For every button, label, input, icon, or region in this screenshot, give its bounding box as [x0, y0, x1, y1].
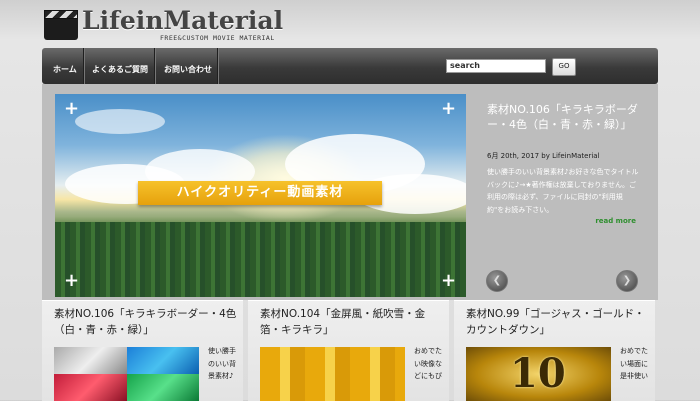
post-card-thumbnail[interactable]: 10 [466, 347, 611, 401]
site-subtitle: FREE&CUSTOM MOVIE MATERIAL [160, 34, 275, 42]
hero-image[interactable]: ハイクオリティー動画素材 + + + + [55, 94, 466, 297]
slide-meta: 6月 20th, 2017 by LifeinMaterial [487, 152, 600, 160]
site-logo[interactable]: LifeinMaterial FREE&CUSTOM MOVIE MATERIA… [44, 6, 283, 44]
main-navbar: ホーム よくあるご質問 お問い合わせ search GO [42, 48, 658, 84]
post-card-excerpt: おめでたい映像などにもぴ [414, 347, 442, 380]
nav-divider [154, 48, 155, 84]
post-card-thumbnail[interactable] [260, 347, 405, 401]
post-card-title[interactable]: 素材NO.99「ゴージャス・ゴールド・カウントダウン」 [466, 306, 650, 338]
post-card-excerpt: おめでたい場面に是非使い [620, 347, 648, 380]
plus-icon: + [64, 98, 80, 119]
post-card-excerpt: 使い勝手のいい背景素材♪ [208, 347, 236, 380]
post-card: 素材NO.99「ゴージャス・ゴールド・カウントダウン」 10 おめでたい場面に是… [454, 300, 655, 401]
search-input[interactable]: search [446, 59, 546, 73]
prev-slide-button[interactable]: ❮ [486, 270, 508, 292]
plus-icon: + [441, 270, 457, 291]
nav-item-contact[interactable]: お問い合わせ [164, 48, 212, 84]
slide-info-panel: 素材NO.106「キラキラボーダー・4色（白・青・赤・緑）」 6月 20th, … [478, 94, 648, 294]
post-card: 素材NO.106「キラキラボーダー・4色（白・青・赤・緑）」 使い勝手のいい背景… [42, 300, 243, 401]
clapperboard-icon [44, 10, 78, 40]
next-slide-button[interactable]: ❯ [616, 270, 638, 292]
post-card-title[interactable]: 素材NO.104「金屏風・紙吹雪・金箔・キラキラ」 [260, 306, 444, 338]
hero-banner: ハイクオリティー動画素材 [138, 181, 382, 205]
post-card-title[interactable]: 素材NO.106「キラキラボーダー・4色（白・青・赤・緑）」 [54, 306, 238, 338]
nav-item-faq[interactable]: よくあるご質問 [92, 48, 148, 84]
post-card-thumbnail[interactable] [54, 347, 199, 401]
post-card: 素材NO.104「金屏風・紙吹雪・金箔・キラキラ」 おめでたい映像などにもぴ [248, 300, 449, 401]
nav-divider [217, 48, 218, 84]
read-more-link[interactable]: read more [595, 217, 636, 225]
plus-icon: + [64, 270, 80, 291]
slide-description: 使い勝手のいい背景素材♪お好きな色でタイトルバックに♪→★著作権は放棄しておりま… [487, 168, 639, 214]
plus-icon: + [441, 98, 457, 119]
site-title: LifeinMaterial [82, 6, 284, 35]
search-go-button[interactable]: GO [552, 58, 576, 76]
countdown-number: 10 [510, 350, 566, 397]
nav-divider [83, 48, 84, 84]
nav-item-home[interactable]: ホーム [53, 48, 77, 84]
slide-title[interactable]: 素材NO.106「キラキラボーダー・4色（白・青・赤・緑）」 [487, 102, 639, 132]
